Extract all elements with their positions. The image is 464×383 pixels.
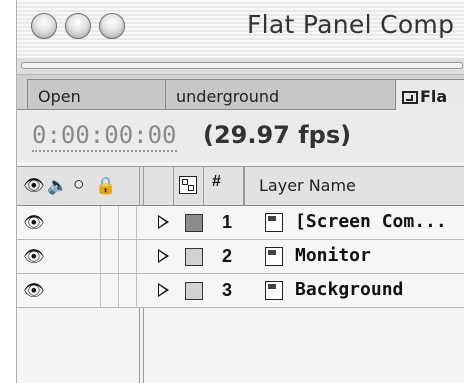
number-column-header: #: [204, 167, 244, 205]
layer-name[interactable]: Background: [295, 279, 403, 300]
disclosure-triangle-icon[interactable]: [158, 215, 169, 229]
switch-cell[interactable]: [83, 206, 101, 239]
label-color-swatch[interactable]: [185, 214, 203, 232]
number-header-label: #: [212, 173, 221, 190]
switch-cell[interactable]: [101, 274, 119, 307]
label-column-header: [144, 167, 174, 205]
eye-icon[interactable]: 👁: [23, 177, 45, 194]
layer-name[interactable]: [Screen Com...: [295, 211, 447, 232]
title-bar[interactable]: Flat Panel Comp: [17, 0, 464, 59]
footage-icon: [265, 281, 283, 300]
eye-icon[interactable]: 👁: [23, 282, 45, 299]
close-button[interactable]: [31, 13, 57, 39]
shy-icon[interactable]: [179, 176, 197, 194]
speaker-icon[interactable]: 🔈: [47, 177, 68, 194]
layer-row[interactable]: 👁 2 Monitor: [17, 240, 464, 274]
scroll-track[interactable]: [21, 62, 463, 69]
switch-cell[interactable]: [83, 240, 101, 273]
tab-label: underground: [176, 87, 280, 106]
footage-icon: [265, 247, 283, 266]
layer-number: 3: [222, 280, 233, 300]
tab-label: Fla: [420, 87, 448, 106]
shy-column-header[interactable]: [174, 167, 204, 205]
composition-icon: [402, 91, 418, 104]
current-time-display[interactable]: 0:00:00:00: [32, 120, 177, 152]
window-title: Flat Panel Comp: [247, 10, 455, 39]
time-display-row: 0:00:00:00 (29.97 fps): [17, 110, 464, 162]
eye-icon[interactable]: 👁: [23, 214, 45, 231]
switch-cell[interactable]: [101, 206, 119, 239]
layer-row[interactable]: 👁 3 Background: [17, 274, 464, 308]
lock-icon[interactable]: 🔒: [95, 177, 116, 194]
frame-rate-label: (29.97 fps): [203, 121, 352, 149]
timeline-window: Flat Panel Comp Open underground Fla 0:0…: [16, 0, 464, 383]
switch-cell[interactable]: [83, 274, 101, 307]
tab-label: Open: [38, 87, 81, 106]
av-features-header: 👁 🔈 ○ 🔒: [17, 167, 140, 205]
timeline-scroll-strip[interactable]: [17, 58, 464, 75]
layer-column-header: 👁 🔈 ○ 🔒 # Layer Name: [17, 166, 464, 206]
minimize-button[interactable]: [65, 13, 91, 39]
tab-bar: Open underground Fla: [17, 75, 464, 110]
tab-underground[interactable]: underground: [165, 79, 397, 109]
switch-cell[interactable]: [119, 206, 137, 239]
comp-icon: [265, 213, 283, 232]
layer-name-column-header[interactable]: Layer Name: [244, 167, 464, 205]
layer-name[interactable]: Monitor: [295, 245, 371, 266]
layer-row[interactable]: 👁 1 [Screen Com...: [17, 206, 464, 240]
switch-cell[interactable]: [119, 240, 137, 273]
tab-flat-panel[interactable]: Fla: [395, 79, 464, 110]
label-color-swatch[interactable]: [185, 282, 203, 300]
layer-number: 2: [222, 246, 233, 266]
disclosure-triangle-icon[interactable]: [158, 283, 169, 297]
zoom-button[interactable]: [99, 13, 125, 39]
tab-open[interactable]: Open: [27, 79, 167, 109]
label-color-swatch[interactable]: [185, 248, 203, 266]
disclosure-triangle-icon[interactable]: [158, 249, 169, 263]
switch-cell[interactable]: [101, 240, 119, 273]
eye-icon[interactable]: 👁: [23, 248, 45, 265]
layer-name-header-label: Layer Name: [259, 176, 356, 195]
solo-icon[interactable]: ○: [73, 175, 84, 194]
switch-cell[interactable]: [119, 274, 137, 307]
layer-number: 1: [222, 212, 233, 232]
